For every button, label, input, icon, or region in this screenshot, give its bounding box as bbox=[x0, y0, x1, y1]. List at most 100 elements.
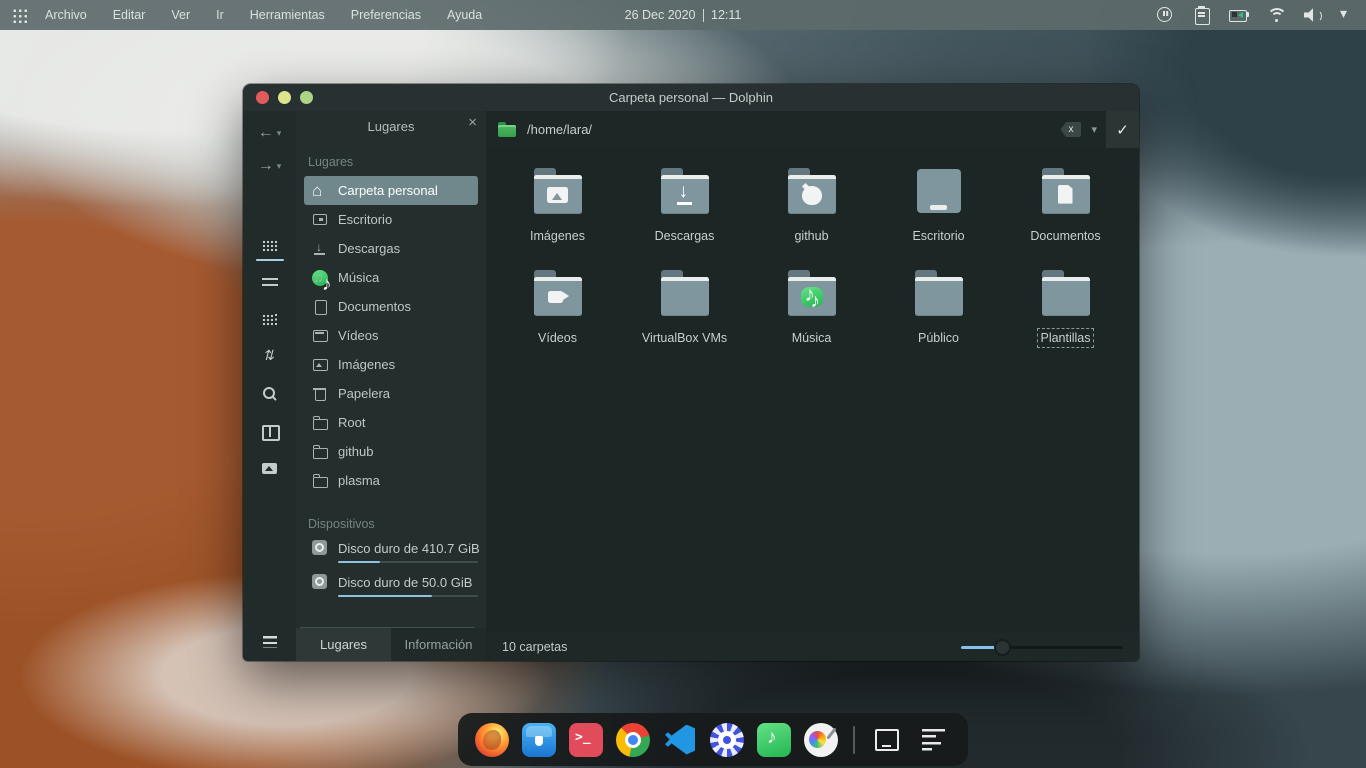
place-item[interactable]: Vídeos bbox=[304, 321, 478, 350]
dock bbox=[458, 713, 968, 766]
place-item[interactable]: Imágenes bbox=[304, 350, 478, 379]
menu-item[interactable]: Editar bbox=[113, 8, 146, 22]
details-view-button[interactable] bbox=[259, 275, 281, 291]
minimize-window-button[interactable] bbox=[278, 91, 291, 104]
folderbig-icon bbox=[661, 270, 709, 316]
search-button[interactable] bbox=[259, 386, 281, 402]
menu-item[interactable]: Archivo bbox=[45, 8, 87, 22]
app-grid-icon[interactable] bbox=[12, 8, 27, 23]
split-view-button[interactable] bbox=[259, 423, 281, 439]
place-item[interactable]: Descargas bbox=[304, 234, 478, 263]
place-item[interactable]: plasma bbox=[304, 466, 478, 495]
place-item[interactable]: Escritorio bbox=[304, 205, 478, 234]
accept-location-button[interactable]: ✓ bbox=[1106, 111, 1139, 148]
pause-icon[interactable] bbox=[1155, 5, 1175, 25]
music-icon bbox=[312, 270, 328, 286]
github-icon bbox=[801, 185, 823, 205]
discover-icon[interactable] bbox=[522, 723, 556, 757]
wifi-icon[interactable] bbox=[1266, 5, 1286, 25]
menu-button[interactable] bbox=[259, 634, 281, 650]
global-menubar: Archivo Editar Ver Ir Herramientas Prefe… bbox=[0, 0, 1366, 30]
forward-button[interactable]: → ▾ bbox=[258, 158, 282, 174]
place-item-label: Documentos bbox=[338, 299, 411, 314]
panel-tab[interactable]: Lugares bbox=[296, 628, 391, 661]
menu-item[interactable]: Ayuda bbox=[447, 8, 482, 22]
separator-icon bbox=[853, 726, 855, 754]
place-item[interactable]: Carpeta personal bbox=[304, 176, 478, 205]
panel-tabs: Lugares Información bbox=[296, 628, 486, 661]
place-item[interactable]: github bbox=[304, 437, 478, 466]
folder-item-label: github bbox=[794, 229, 828, 243]
folderbig-icon bbox=[1042, 270, 1090, 316]
folder-item[interactable]: Imágenes bbox=[494, 168, 621, 270]
clear-location-icon[interactable]: x bbox=[1060, 122, 1081, 137]
document-icon bbox=[1055, 185, 1077, 205]
panel-tab[interactable]: Información bbox=[391, 628, 486, 661]
close-panel-icon[interactable]: × bbox=[468, 114, 477, 131]
chrome-icon[interactable] bbox=[616, 723, 650, 757]
system-tray bbox=[1155, 5, 1354, 25]
folder-item[interactable]: Música bbox=[748, 270, 875, 372]
sort-icon bbox=[262, 349, 278, 365]
window-titlebar[interactable]: Carpeta personal — Dolphin bbox=[243, 84, 1139, 111]
location-bar[interactable]: /home/lara/ x ▾ ✓ bbox=[486, 111, 1139, 148]
zoom-slider[interactable] bbox=[961, 639, 1123, 655]
preview-icon bbox=[262, 460, 278, 476]
place-item[interactable]: Root bbox=[304, 408, 478, 437]
place-item[interactable]: Documentos bbox=[304, 292, 478, 321]
konsole-icon[interactable] bbox=[569, 723, 603, 757]
tray-expand-chevron-icon[interactable] bbox=[1340, 5, 1354, 25]
zoom-slider-track[interactable] bbox=[961, 646, 1123, 649]
forward-history-chevron-icon[interactable]: ▾ bbox=[277, 161, 282, 172]
main-area: /home/lara/ x ▾ ✓ Imágenes bbox=[486, 111, 1139, 661]
music-icon[interactable] bbox=[757, 723, 791, 757]
preview-button[interactable] bbox=[259, 460, 281, 476]
folder-view[interactable]: Imágenes Descargas github bbox=[486, 148, 1139, 633]
device-usage-bar bbox=[338, 595, 478, 597]
back-button[interactable]: ← ▾ bbox=[258, 125, 282, 141]
places-panel-header[interactable]: Lugares × bbox=[296, 111, 486, 141]
menu-item[interactable]: Ir bbox=[216, 8, 224, 22]
folderbig-icon bbox=[661, 168, 709, 214]
clipboard-icon[interactable] bbox=[1192, 5, 1212, 25]
compact-view-button[interactable] bbox=[259, 312, 281, 328]
place-item[interactable]: Música bbox=[304, 263, 478, 292]
place-item-label: Papelera bbox=[338, 386, 390, 401]
location-dropdown-chevron-icon[interactable]: ▾ bbox=[1091, 123, 1097, 136]
place-item-label: Root bbox=[338, 415, 365, 430]
menu-item[interactable]: Preferencias bbox=[351, 8, 421, 22]
hamburger-icon bbox=[262, 634, 278, 650]
firefox-icon[interactable] bbox=[475, 723, 509, 757]
home-icon bbox=[312, 183, 328, 199]
show-desktop-icon[interactable] bbox=[870, 723, 904, 757]
paint-icon[interactable] bbox=[804, 723, 838, 757]
vscode-icon[interactable] bbox=[663, 723, 697, 757]
zoom-slider-handle[interactable] bbox=[994, 639, 1011, 656]
icons-view-button[interactable] bbox=[259, 238, 281, 254]
location-path[interactable]: /home/lara/ bbox=[527, 122, 1060, 137]
menu-item[interactable]: Herramientas bbox=[250, 8, 325, 22]
folder-item[interactable]: Escritorio bbox=[875, 168, 1002, 270]
folder-item[interactable]: Vídeos bbox=[494, 270, 621, 372]
back-history-chevron-icon[interactable]: ▾ bbox=[277, 128, 282, 139]
place-item[interactable]: Papelera bbox=[304, 379, 478, 408]
folder-item[interactable]: Documentos bbox=[1002, 168, 1129, 270]
folder-item[interactable]: Plantillas bbox=[1002, 270, 1129, 372]
folder-icon bbox=[312, 473, 328, 489]
battery-icon[interactable] bbox=[1229, 5, 1249, 25]
folderbig-icon bbox=[915, 270, 963, 316]
sort-button[interactable] bbox=[259, 349, 281, 365]
maximize-window-button[interactable] bbox=[300, 91, 313, 104]
folder-item[interactable]: Público bbox=[875, 270, 1002, 372]
task-lines-icon[interactable] bbox=[917, 723, 951, 757]
settings-icon[interactable] bbox=[710, 723, 744, 757]
volume-icon[interactable] bbox=[1303, 5, 1323, 25]
device-item[interactable]: Disco duro de 410.7 GiB bbox=[304, 538, 478, 563]
folder-item[interactable]: Descargas bbox=[621, 168, 748, 270]
folder-item[interactable]: VirtualBox VMs bbox=[621, 270, 748, 372]
folder-item[interactable]: github bbox=[748, 168, 875, 270]
close-window-button[interactable] bbox=[256, 91, 269, 104]
place-item-label: Carpeta personal bbox=[338, 183, 438, 198]
menu-item[interactable]: Ver bbox=[171, 8, 190, 22]
device-item[interactable]: Disco duro de 50.0 GiB bbox=[304, 572, 478, 597]
